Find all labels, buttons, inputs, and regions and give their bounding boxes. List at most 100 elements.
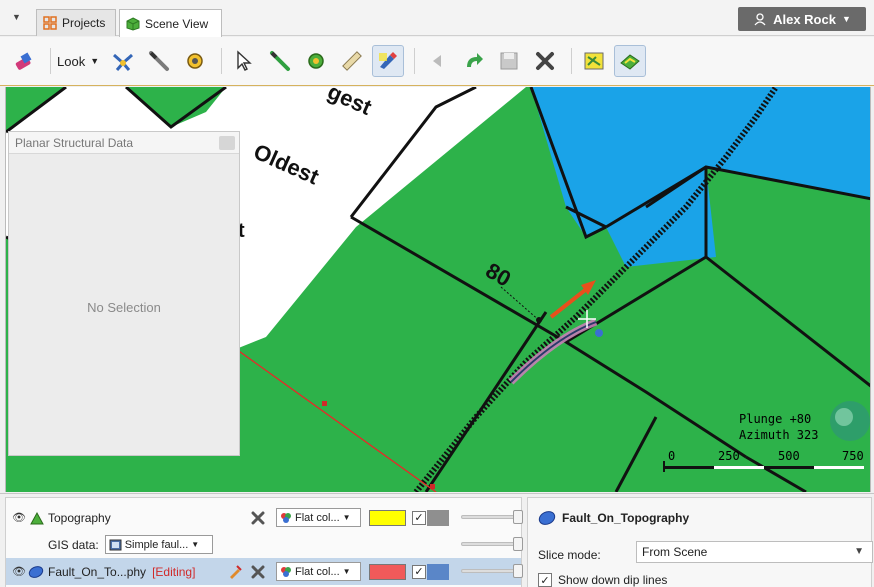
knife-icon — [149, 51, 170, 71]
editing-status: [Editing] — [152, 564, 196, 579]
panel-title: Planar Structural Data — [9, 132, 239, 154]
surface-icon — [620, 54, 640, 70]
toolbar-separator — [50, 48, 51, 74]
colour-swatch[interactable] — [369, 509, 406, 526]
tab-menu-chevron-icon[interactable]: ▼ — [12, 12, 26, 26]
draw-line-button[interactable] — [264, 45, 296, 77]
scale-tick-750: 750 — [842, 449, 864, 463]
gis-opacity-slider[interactable] — [461, 537, 523, 551]
slider-thumb[interactable] — [513, 510, 523, 524]
show-dip-lines-label: Show down dip lines — [558, 573, 668, 587]
chevron-down-icon: ▼ — [854, 546, 864, 557]
slice-tool-button[interactable] — [143, 45, 175, 77]
pointer-icon — [237, 50, 252, 71]
toolbar-separator — [221, 48, 223, 74]
slice-mode-select[interactable]: From Scene ▼ — [636, 541, 873, 563]
undo-icon — [433, 55, 442, 67]
control-point — [595, 329, 603, 337]
remove-layer-icon[interactable] — [250, 510, 266, 526]
map-tool-button[interactable] — [578, 45, 610, 77]
panel-close-button[interactable] — [219, 136, 235, 150]
slice-mode-value: From Scene — [642, 545, 708, 559]
draw-poly-button[interactable] — [300, 45, 332, 77]
fault-surface-icon — [538, 511, 556, 525]
section-handle — [430, 484, 435, 489]
visibility-eye-icon[interactable]: 👁 — [12, 565, 26, 578]
slice-mode-label: Slice mode: — [538, 548, 601, 562]
redo-button[interactable] — [457, 45, 489, 77]
tab-projects[interactable]: Projects — [36, 9, 116, 36]
compass-ball-highlight — [835, 408, 853, 426]
colour-swatch[interactable] — [369, 563, 406, 580]
style-dropdown[interactable]: Flat col... ▼ — [276, 508, 361, 527]
layer-row-topography[interactable]: 👁 Topography Flat col... ▼ ✓ — [6, 504, 523, 531]
opacity-slider[interactable] — [461, 564, 523, 578]
eraser-icon — [15, 52, 32, 70]
layer-row-fault[interactable]: 👁 Fault_On_To...phy [Editing] Flat col..… — [6, 558, 523, 585]
marker-icon — [379, 52, 398, 69]
look-dropdown[interactable]: Look ▼ — [57, 54, 99, 69]
ruler-icon — [342, 51, 363, 71]
grey-swatch[interactable] — [427, 509, 449, 526]
toolbar-separator — [571, 48, 573, 74]
projects-icon — [43, 16, 57, 30]
slider-thumb[interactable] — [513, 537, 523, 551]
satellite-icon — [113, 53, 134, 71]
show-dip-lines-checkbox[interactable]: ✓ — [538, 573, 552, 587]
cancel-button[interactable] — [529, 45, 561, 77]
tab-bar: ▼ Projects Scene View Alex Rock ▼ — [0, 0, 874, 37]
pen-line-icon — [270, 51, 291, 71]
look-chevron-icon: ▼ — [90, 56, 100, 66]
chevron-down-icon: ▼ — [191, 540, 200, 549]
scale-tick-500: 500 — [778, 449, 800, 463]
tab-projects-label: Projects — [62, 16, 106, 30]
remove-layer-icon[interactable] — [250, 564, 266, 580]
section-handle — [322, 401, 327, 406]
map-icon — [584, 52, 604, 70]
show-dip-lines-row[interactable]: ✓ Show down dip lines — [538, 573, 667, 587]
opacity-checkbox[interactable]: ✓ — [412, 564, 426, 579]
green-gear-icon — [308, 53, 324, 69]
gear-puzzle-icon — [187, 53, 203, 69]
screenshot-button[interactable] — [179, 45, 211, 77]
save-button[interactable] — [493, 45, 525, 77]
layer-name: Topography — [48, 510, 111, 525]
structural-tool-button[interactable] — [372, 45, 405, 77]
view-options-button[interactable] — [107, 45, 139, 77]
compass-azimuth: Azimuth 323 — [739, 428, 819, 442]
shown-objects-list: 👁 Topography Flat col... ▼ ✓ GIS data: S… — [5, 497, 523, 587]
undo-button[interactable] — [421, 45, 453, 77]
tab-scene-view-label: Scene View — [145, 16, 209, 31]
visibility-eye-icon[interactable]: 👁 — [12, 511, 26, 524]
section-line — [235, 348, 437, 492]
gis-dropdown[interactable]: Simple faul... ▼ — [104, 535, 213, 554]
scale-tick-0: 0 — [668, 449, 676, 463]
user-menu-button[interactable]: Alex Rock ▼ — [738, 7, 866, 31]
cube-icon — [126, 16, 140, 31]
measure-button[interactable] — [336, 45, 368, 77]
compass-plunge: Plunge +80 — [739, 412, 812, 426]
style-dropdown[interactable]: Flat col... ▼ — [276, 562, 361, 581]
toolbar-separator — [414, 48, 416, 74]
properties-title: Fault_On_Topography — [538, 510, 689, 526]
style-label: Flat col... — [295, 565, 340, 578]
scale-bar — [663, 461, 864, 472]
save-icon — [500, 52, 518, 70]
tab-scene-view[interactable]: Scene View — [119, 9, 222, 37]
dip-label: 80 — [482, 258, 516, 292]
user-icon — [754, 13, 766, 26]
select-tool-button[interactable] — [228, 45, 260, 77]
opacity-checkbox[interactable]: ✓ — [412, 510, 426, 525]
flat-colour-icon — [281, 566, 291, 577]
user-menu-chevron-icon: ▼ — [841, 14, 851, 24]
edit-pencil-icon[interactable] — [227, 564, 243, 580]
gis-value: Simple faul... — [124, 538, 189, 551]
opacity-slider[interactable] — [461, 510, 523, 524]
slider-thumb[interactable] — [513, 564, 523, 578]
back-colour-swatch[interactable] — [427, 563, 449, 580]
properties-panel: Fault_On_Topography Slice mode: From Sce… — [527, 497, 873, 587]
layer-row-gis-data[interactable]: GIS data: Simple faul... ▼ — [6, 531, 523, 558]
fault-surface-icon — [28, 565, 44, 578]
add-to-scene-button[interactable] — [8, 45, 40, 77]
surface-tool-button[interactable] — [614, 45, 647, 77]
